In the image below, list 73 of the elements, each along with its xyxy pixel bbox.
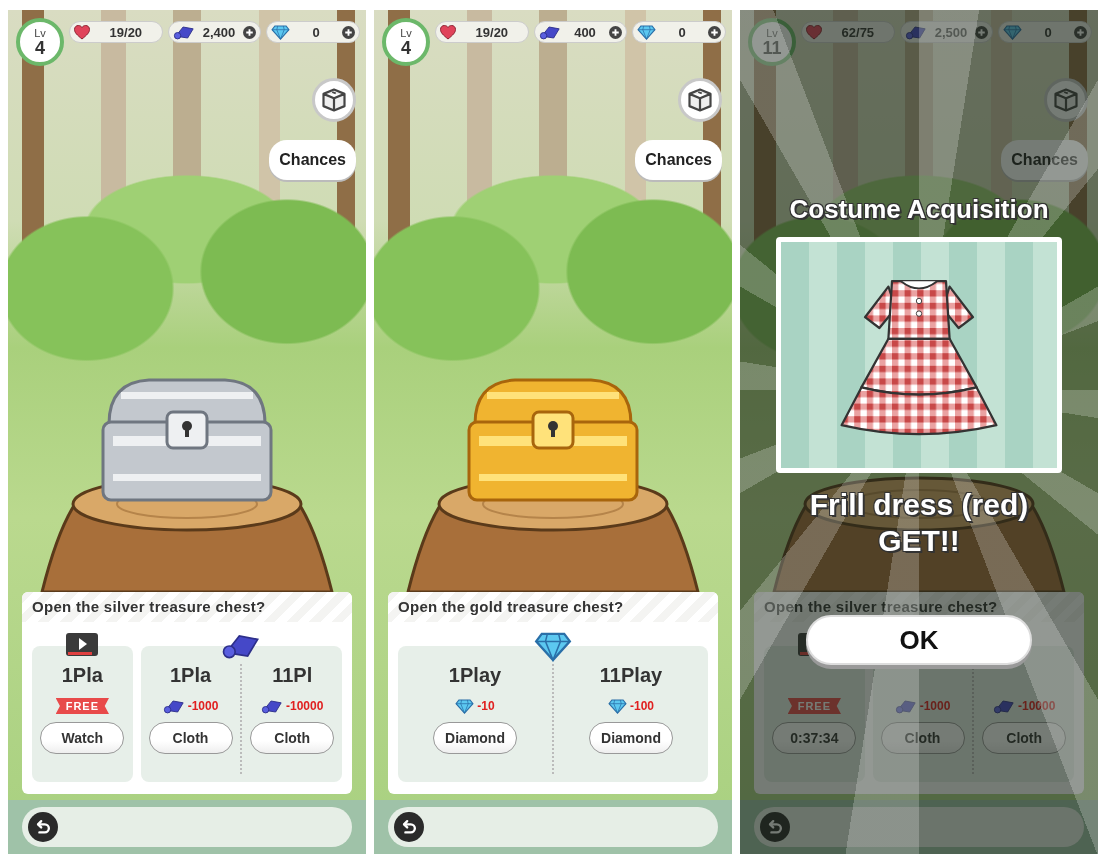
play-button[interactable]: Cloth (250, 722, 335, 754)
get-label: GET!! (878, 523, 960, 559)
cost-label: -10000 (286, 699, 324, 713)
currency-value: 19/20 (474, 24, 510, 40)
cost-label: -10000 (1018, 699, 1056, 713)
back-arrow-icon (400, 818, 418, 836)
play-count-label: 11Play (599, 664, 663, 688)
cloth-roll-icon (261, 698, 283, 714)
play-count-label: 1Pla (61, 664, 103, 688)
diamond-icon (608, 698, 627, 714)
cost-label: -100 (630, 699, 654, 713)
play-button[interactable]: Diamond (433, 722, 517, 754)
play-button[interactable]: Watch (40, 722, 125, 754)
popup-title: Costume Acquisition (789, 194, 1049, 225)
play-count-label: 1Play (448, 664, 502, 688)
currency-value: 0 (677, 24, 687, 40)
currency-value: 0 (311, 24, 321, 40)
free-badge: FREE (787, 698, 841, 714)
add-icon[interactable] (708, 25, 721, 39)
dialog-title: Open the silver treasure chest? (22, 592, 352, 622)
back-arrow-icon (34, 818, 52, 836)
diamond-icon (1003, 24, 1023, 40)
currency-value: 19/20 (108, 24, 144, 40)
add-icon[interactable] (243, 25, 257, 39)
play-button[interactable]: Cloth (148, 722, 233, 754)
cost-label: -10 (477, 699, 495, 713)
cost-label: -1000 (187, 699, 219, 713)
play-count-label: 1Pla (169, 664, 212, 688)
heart-icon (74, 24, 90, 40)
diamond-icon (637, 24, 657, 40)
item-name: Frill dress (red) (809, 487, 1029, 523)
cloth-roll-icon (894, 698, 917, 714)
play-count-label: 11Pl (272, 664, 313, 688)
currency-value: 400 (573, 24, 597, 40)
currency-value: 0 (1043, 24, 1053, 40)
level-number: 11 (762, 38, 782, 57)
chances-button[interactable]: Chances (269, 140, 356, 180)
level-label: Lv (400, 27, 412, 39)
cloth-roll-icon (538, 24, 561, 40)
chances-button[interactable]: Chances (1001, 140, 1088, 180)
add-icon[interactable] (975, 25, 989, 39)
cube-icon (686, 86, 714, 114)
back-button[interactable] (28, 812, 58, 842)
play-button[interactable]: Diamond (589, 722, 673, 754)
free-badge: FREE (55, 698, 109, 714)
cube-icon (1052, 86, 1080, 114)
chances-button[interactable]: Chances (635, 140, 722, 180)
cost-label: -1000 (919, 699, 951, 713)
box-button[interactable] (1044, 78, 1088, 122)
back-arrow-icon (766, 818, 784, 836)
level-label: Lv (34, 27, 46, 39)
cloth-roll-icon (221, 632, 262, 660)
cloth-roll-icon (162, 698, 185, 714)
currency-value: 2,400 (201, 24, 237, 40)
box-button[interactable] (678, 78, 722, 122)
back-button[interactable] (394, 812, 424, 842)
level-number: 4 (35, 38, 45, 57)
cloth-roll-icon (993, 698, 1015, 714)
cube-icon (320, 86, 348, 114)
add-icon[interactable] (609, 25, 623, 39)
heart-icon (806, 24, 822, 40)
level-number: 4 (401, 38, 411, 57)
heart-icon (440, 24, 456, 40)
box-button[interactable] (312, 78, 356, 122)
cloth-roll-icon (172, 24, 195, 40)
diamond-icon (271, 24, 291, 40)
dialog-title: Open the gold treasure chest? (388, 592, 718, 622)
currency-value: 62/75 (840, 24, 876, 40)
currency-value: 2,500 (933, 24, 969, 40)
add-icon[interactable] (342, 25, 355, 39)
cloth-roll-icon (904, 24, 927, 40)
diamond-icon (455, 698, 475, 714)
diamond-icon (534, 632, 572, 662)
